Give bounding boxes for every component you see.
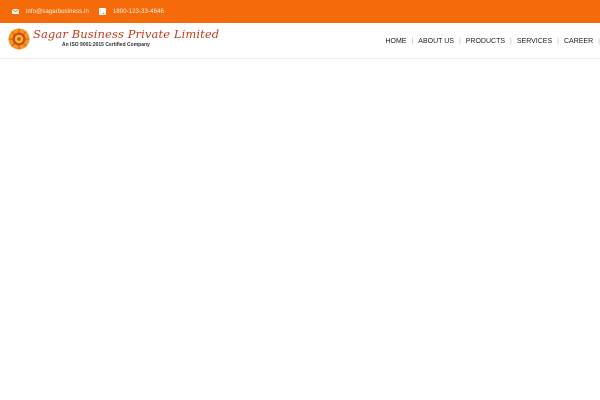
main-navbar: Sagar Business Private Limited An ISO 90…	[0, 23, 600, 59]
nav-home[interactable]: HOME |	[380, 38, 413, 45]
company-tagline: An ISO 9001:2015 Certified Company	[62, 42, 150, 48]
envelope-icon	[12, 9, 19, 14]
nav-home-label[interactable]: HOME	[380, 38, 411, 45]
phone-contact[interactable]: 1800-123-33-4646	[98, 8, 164, 15]
email-text[interactable]: info@sagarbusiness.in	[26, 9, 89, 15]
main-content-area	[0, 59, 600, 400]
nav-career[interactable]: CAREER |	[559, 38, 600, 45]
nav-career-label[interactable]: CAREER	[559, 38, 598, 45]
company-name: Sagar Business Private Limited	[33, 27, 220, 41]
sun-emblem-icon	[8, 28, 30, 50]
nav-products-label[interactable]: PRODUCTS	[461, 38, 510, 45]
nav-services-label[interactable]: SERVICES	[512, 38, 557, 45]
company-logo[interactable]: Sagar Business Private Limited An ISO 90…	[8, 26, 219, 54]
main-menu: HOME | ABOUT US | PRODUCTS | SERVICES | …	[380, 23, 600, 59]
nav-products[interactable]: PRODUCTS |	[461, 38, 512, 45]
nav-services[interactable]: SERVICES |	[512, 38, 559, 45]
email-contact[interactable]: info@sagarbusiness.in	[12, 9, 89, 15]
nav-about-us-label[interactable]: ABOUT US	[413, 38, 459, 45]
phone-icon	[98, 8, 106, 15]
phone-text[interactable]: 1800-123-33-4646	[113, 9, 164, 15]
nav-about-us[interactable]: ABOUT US |	[413, 38, 460, 45]
top-contact-bar: info@sagarbusiness.in 1800-123-33-4646	[0, 0, 600, 23]
